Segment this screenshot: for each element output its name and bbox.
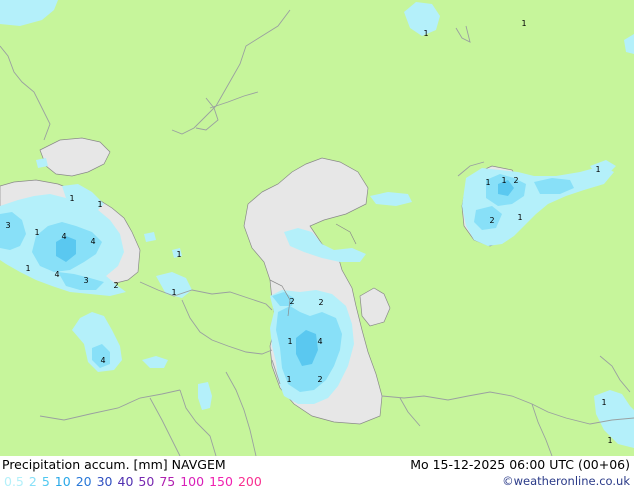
legend-value: 200 <box>237 474 262 489</box>
map-title: Precipitation accum. [mm] NAVGEM <box>2 457 226 472</box>
precip-value-label: 3 <box>83 276 88 285</box>
run-timestamp: Mo 15-12-2025 06:00 UTC (00+06) <box>410 457 630 472</box>
precip-value-label: 1 <box>501 176 506 185</box>
precip-value-label: 2 <box>289 297 294 306</box>
precip-value-label: 1 <box>25 264 30 273</box>
precip-value-label: 1 <box>601 398 606 407</box>
precipitation-map: 1 1 1 1 3 1 4 4 1 4 3 2 1 1 4 2 2 1 4 1 … <box>0 0 634 456</box>
legend-value: 20 <box>75 474 92 489</box>
legend-value: 40 <box>117 474 134 489</box>
precip-value-label: 1 <box>171 288 176 297</box>
legend-value: 100 <box>180 474 205 489</box>
precip-value-label: 4 <box>54 270 59 279</box>
legend-value: 5 <box>41 474 50 489</box>
precip-value-label: 1 <box>287 337 292 346</box>
map-canvas: 1 1 1 1 3 1 4 4 1 4 3 2 1 1 4 2 2 1 4 1 … <box>0 0 634 456</box>
legend-value: 50 <box>138 474 155 489</box>
precip-value-label: 3 <box>5 221 10 230</box>
map-footer: Precipitation accum. [mm] NAVGEM Mo 15-1… <box>0 456 634 490</box>
legend-value: 75 <box>159 474 176 489</box>
legend-value: 10 <box>54 474 71 489</box>
precip-value-label: 1 <box>607 436 612 445</box>
legend-value: 0.5 <box>4 474 24 489</box>
precip-value-label: 1 <box>485 178 490 187</box>
precip-value-label: 1 <box>423 29 428 38</box>
precip-value-label: 2 <box>113 281 118 290</box>
precip-value-label: 4 <box>61 232 66 241</box>
credit-link[interactable]: ©weatheronline.co.uk <box>502 474 630 489</box>
precip-value-label: 2 <box>489 216 494 225</box>
precip-value-label: 2 <box>317 375 322 384</box>
legend-value: 2 <box>28 474 37 489</box>
precip-value-label: 1 <box>521 19 526 28</box>
precip-value-label: 4 <box>317 337 322 346</box>
color-legend: 0.5 2 5 10 20 30 40 50 75 100 150 200 <box>4 474 267 489</box>
precip-value-label: 2 <box>513 176 518 185</box>
precip-value-label: 1 <box>176 250 181 259</box>
precip-value-label: 1 <box>286 375 291 384</box>
precip-value-label: 2 <box>318 298 323 307</box>
precip-value-label: 1 <box>34 228 39 237</box>
precip-value-label: 4 <box>100 356 105 365</box>
precip-value-label: 1 <box>595 165 600 174</box>
precip-value-label: 1 <box>97 200 102 209</box>
legend-value: 150 <box>209 474 233 489</box>
precip-value-label: 4 <box>90 237 95 246</box>
legend-value: 30 <box>96 474 113 489</box>
precip-value-label: 1 <box>69 194 74 203</box>
precip-value-label: 1 <box>517 213 522 222</box>
